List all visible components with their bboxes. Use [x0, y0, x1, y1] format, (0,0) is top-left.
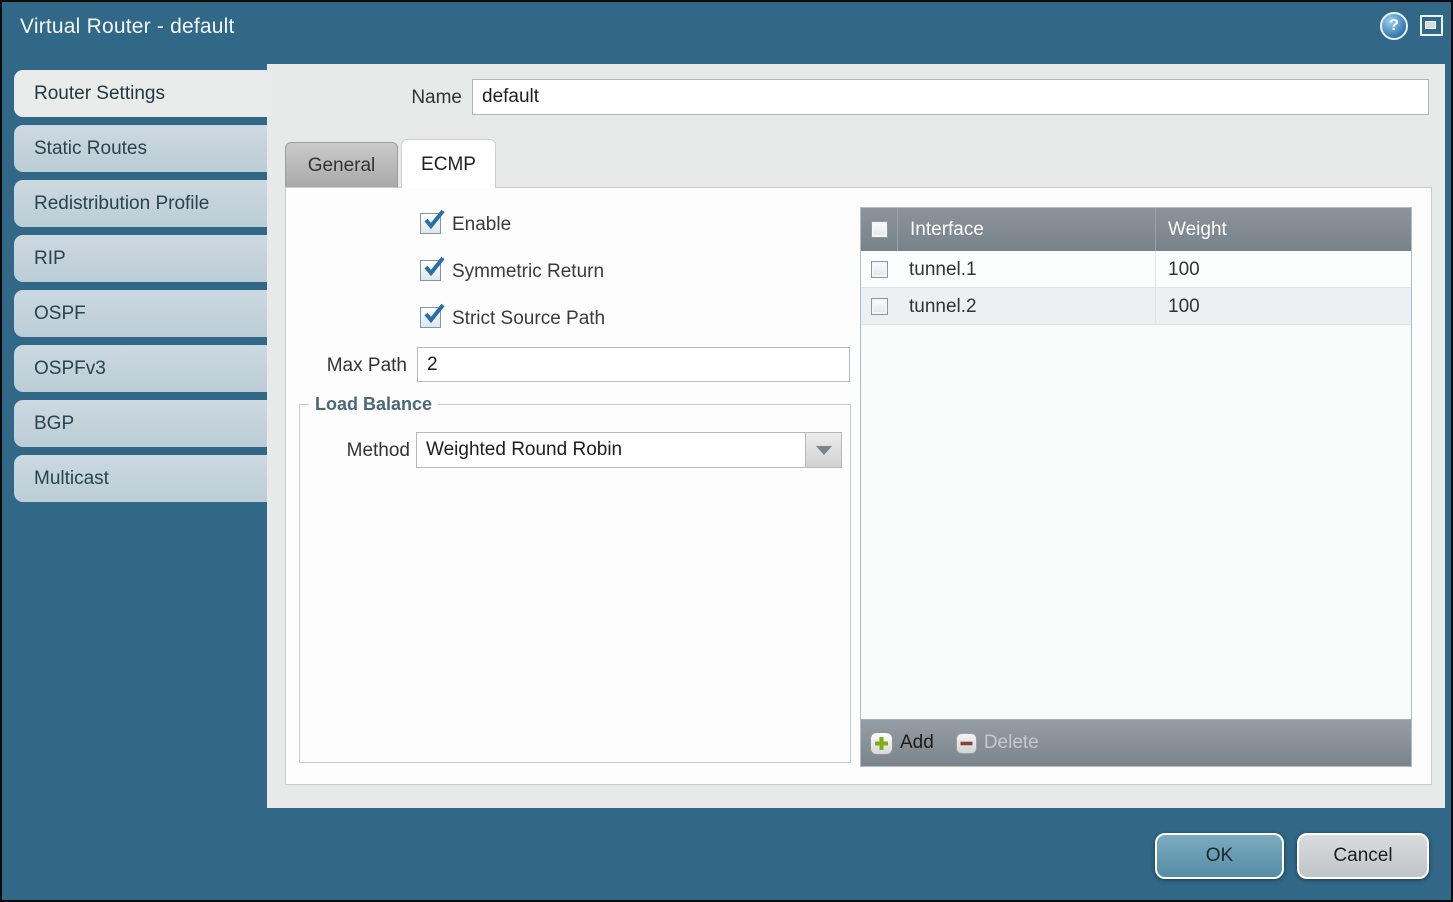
name-input[interactable] — [472, 79, 1429, 115]
maximize-icon[interactable] — [1420, 15, 1443, 36]
method-dropdown-value: Weighted Round Robin — [426, 439, 622, 461]
checkmark-icon — [420, 254, 447, 281]
add-button[interactable]: Add — [870, 732, 934, 755]
enable-checkbox[interactable] — [420, 213, 441, 234]
tab-ecmp[interactable]: ECMP — [401, 139, 496, 188]
method-dropdown[interactable]: Weighted Round Robin — [416, 432, 842, 468]
checkmark-icon — [420, 301, 447, 328]
sidebar-item-multicast[interactable]: Multicast — [14, 455, 267, 502]
sidebar-item-router-settings[interactable]: Router Settings — [14, 70, 272, 117]
tab-label: ECMP — [421, 154, 476, 175]
sidebar-item-bgp[interactable]: BGP — [14, 400, 267, 447]
delete-button[interactable]: Delete — [956, 732, 1039, 754]
sidebar-item-label: BGP — [34, 413, 74, 434]
sidebar-item-label: Redistribution Profile — [34, 193, 209, 214]
weight-cell: 100 — [1155, 288, 1411, 324]
help-icon[interactable]: ? — [1380, 12, 1408, 40]
sidebar-item-label: OSPF — [34, 303, 86, 324]
ecmp-interface-table: Interface Weight tunnel.1 100 tunnel.2 1… — [860, 207, 1412, 767]
sidebar-item-static-routes[interactable]: Static Routes — [14, 125, 267, 172]
column-header-weight: Weight — [1155, 208, 1411, 251]
name-label: Name — [352, 87, 462, 109]
virtual-router-dialog: Virtual Router - default ? Router Settin… — [0, 0, 1453, 902]
dialog-title: Virtual Router - default — [20, 15, 235, 39]
sidebar-item-label: Static Routes — [34, 138, 147, 159]
table-header: Interface Weight — [861, 208, 1411, 251]
symmetric-return-label: Symmetric Return — [452, 261, 604, 283]
checkmark-icon — [420, 207, 447, 234]
symmetric-return-checkbox[interactable] — [420, 260, 441, 281]
max-path-input[interactable] — [417, 347, 850, 382]
strict-source-path-checkbox[interactable] — [420, 307, 441, 328]
load-balance-legend: Load Balance — [309, 394, 438, 415]
method-dropdown-button[interactable] — [805, 433, 841, 467]
cancel-button[interactable]: Cancel — [1297, 833, 1429, 879]
tab-general[interactable]: General — [285, 142, 398, 187]
chevron-down-icon — [816, 446, 832, 455]
interface-cell: tunnel.2 — [897, 288, 1155, 324]
sidebar-item-ospfv3[interactable]: OSPFv3 — [14, 345, 267, 392]
method-label: Method — [320, 440, 410, 462]
sidebar-item-ospf[interactable]: OSPF — [14, 290, 267, 337]
delete-minus-icon — [956, 733, 977, 754]
add-plus-icon — [870, 732, 893, 755]
delete-button-label: Delete — [984, 732, 1039, 754]
sidebar-item-redistribution-profile[interactable]: Redistribution Profile — [14, 180, 267, 227]
table-row[interactable]: tunnel.2 100 — [861, 288, 1411, 325]
strict-source-path-label: Strict Source Path — [452, 308, 605, 330]
sidebar-item-rip[interactable]: RIP — [14, 235, 267, 282]
select-all-checkbox[interactable] — [871, 221, 888, 238]
table-toolbar: Add Delete — [861, 719, 1411, 766]
add-button-label: Add — [900, 732, 934, 754]
enable-label: Enable — [452, 214, 511, 236]
table-row[interactable]: tunnel.1 100 — [861, 251, 1411, 288]
row-checkbox[interactable] — [871, 298, 888, 315]
max-path-label: Max Path — [302, 355, 407, 377]
sidebar-item-label: RIP — [34, 248, 66, 269]
ok-button[interactable]: OK — [1155, 833, 1284, 879]
sidebar-item-label: Router Settings — [34, 83, 165, 104]
tab-label: General — [308, 155, 376, 176]
sidebar-item-label: OSPFv3 — [34, 358, 106, 379]
weight-cell: 100 — [1155, 251, 1411, 287]
interface-cell: tunnel.1 — [897, 251, 1155, 287]
maximize-icon-inner — [1425, 21, 1436, 29]
column-header-interface: Interface — [897, 208, 1155, 251]
sidebar-item-label: Multicast — [34, 468, 109, 489]
row-checkbox[interactable] — [871, 261, 888, 278]
